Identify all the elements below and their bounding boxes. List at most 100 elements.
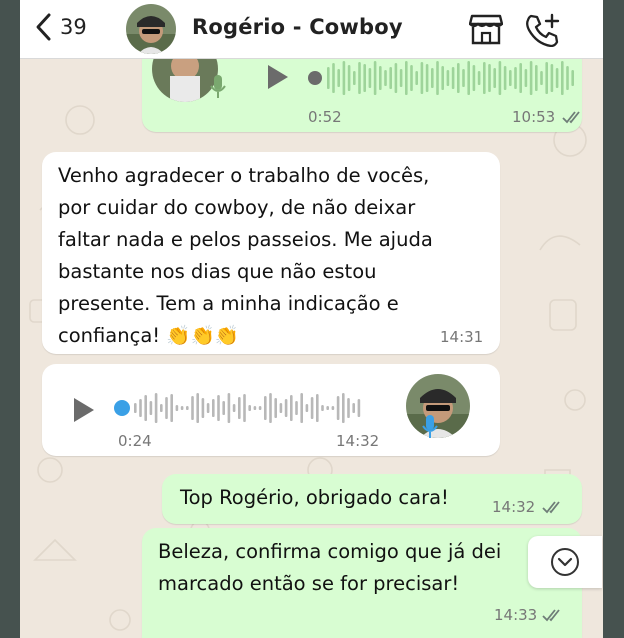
waveform-bar bbox=[535, 65, 538, 91]
waveform-bar bbox=[410, 65, 413, 91]
waveform-bar bbox=[347, 398, 350, 418]
waveform-bar bbox=[566, 66, 569, 90]
waveform-bar bbox=[300, 393, 303, 423]
waveform-bar bbox=[550, 64, 554, 92]
waveform-bar bbox=[394, 63, 398, 93]
waveform-bar bbox=[144, 395, 147, 421]
contact-avatar[interactable] bbox=[126, 4, 176, 54]
waveform-bar bbox=[310, 397, 314, 419]
waveform-bar bbox=[238, 397, 241, 419]
waveform-bar bbox=[503, 66, 507, 90]
message-text: Beleza, confirma comigo que já dei marca… bbox=[158, 540, 502, 595]
waveform-bar bbox=[196, 393, 199, 423]
waveform-bar bbox=[384, 70, 387, 86]
waveform-bar bbox=[483, 62, 486, 94]
waveform-bar bbox=[206, 403, 210, 413]
add-call-icon[interactable] bbox=[525, 13, 561, 47]
play-icon[interactable] bbox=[266, 64, 290, 90]
waveform-bar bbox=[488, 64, 491, 92]
waveform-bar bbox=[561, 61, 564, 95]
waveform-bar bbox=[524, 69, 528, 87]
waveform-bar bbox=[248, 405, 251, 411]
waveform-bar bbox=[212, 399, 215, 417]
waveform-bar bbox=[279, 403, 283, 413]
waveform-bar bbox=[180, 406, 184, 410]
voice-avatar bbox=[406, 374, 470, 438]
voice-duration: 0:24 bbox=[118, 432, 152, 450]
waveform-bar bbox=[232, 404, 236, 412]
waveform-bar bbox=[331, 406, 335, 410]
waveform-bar bbox=[336, 396, 340, 420]
incoming-voice-message[interactable]: 0:24 14:32 bbox=[42, 364, 500, 456]
waveform-bar bbox=[405, 61, 408, 95]
waveform-bar bbox=[347, 65, 351, 91]
voice-waveform[interactable] bbox=[112, 390, 382, 426]
waveform-bar bbox=[149, 401, 153, 415]
scroll-to-bottom-button[interactable] bbox=[528, 536, 602, 588]
waveform-bar bbox=[420, 62, 424, 94]
waveform-bar bbox=[295, 401, 298, 415]
waveform-bar bbox=[160, 404, 163, 412]
waveform-bar bbox=[493, 68, 496, 88]
store-icon[interactable] bbox=[469, 13, 503, 45]
outgoing-text-message[interactable]: Top Rogério, obrigado cara! 14:32 bbox=[162, 474, 582, 524]
waveform-bar bbox=[509, 70, 512, 86]
waveform-bar bbox=[353, 71, 356, 85]
waveform-bar bbox=[441, 66, 444, 90]
read-ticks-icon bbox=[542, 501, 560, 514]
back-button[interactable]: 39 bbox=[34, 12, 87, 42]
read-ticks-icon bbox=[562, 111, 580, 124]
outgoing-text-message[interactable]: Beleza, confirma comigo que já dei marca… bbox=[142, 528, 582, 638]
waveform-bar bbox=[337, 69, 340, 87]
microphone-icon bbox=[422, 415, 438, 438]
waveform-bar bbox=[191, 396, 194, 420]
waveform-bar bbox=[514, 67, 517, 89]
waveform-bar bbox=[165, 397, 168, 419]
waveform-bar bbox=[519, 63, 522, 93]
waveform-bar bbox=[264, 396, 267, 420]
waveform-bar bbox=[217, 395, 220, 421]
waveform-bar bbox=[462, 69, 465, 87]
waveform-bar bbox=[451, 67, 455, 89]
waveform-bar bbox=[342, 393, 345, 423]
waveform-bar bbox=[357, 399, 361, 417]
chat-header: 39 Rogério - Cowboy bbox=[20, 0, 603, 59]
waveform-bar bbox=[139, 399, 142, 417]
waveform-bar bbox=[321, 405, 324, 411]
waveform-bar bbox=[290, 395, 293, 421]
waveform-bar bbox=[477, 71, 481, 85]
waveform-bar bbox=[269, 393, 272, 423]
waveform-bar bbox=[154, 393, 158, 423]
message-time: 14:33 bbox=[494, 606, 538, 624]
waveform-bar bbox=[201, 398, 205, 418]
waveform-bar bbox=[327, 67, 330, 89]
waveform-bar bbox=[170, 394, 173, 422]
chat-screen: 39 Rogério - Cowboy 0:52 10:53 Venho agr… bbox=[20, 0, 603, 638]
contact-name[interactable]: Rogério - Cowboy bbox=[192, 15, 403, 39]
right-bezel bbox=[603, 0, 624, 638]
message-time: 10:53 bbox=[512, 108, 556, 126]
waveform-bar bbox=[529, 61, 533, 95]
play-icon[interactable] bbox=[72, 397, 96, 423]
waveform-bar bbox=[326, 406, 329, 410]
message-text: Top Rogério, obrigado cara! bbox=[180, 486, 449, 509]
incoming-text-message[interactable]: Venho agradecer o trabalho de vocês, por… bbox=[42, 152, 500, 354]
waveform-bar bbox=[431, 68, 434, 88]
waveform-bar bbox=[175, 405, 179, 411]
waveform-bar bbox=[373, 61, 377, 95]
waveform-bar bbox=[415, 71, 418, 85]
message-time: 14:32 bbox=[336, 432, 380, 450]
waveform-bar bbox=[540, 71, 543, 85]
voice-duration: 0:52 bbox=[308, 108, 342, 126]
voice-waveform[interactable] bbox=[307, 60, 577, 96]
waveform-bar bbox=[571, 70, 574, 86]
waveform-bar bbox=[258, 406, 262, 410]
waveform-bar bbox=[342, 61, 346, 95]
waveform-bar bbox=[332, 63, 335, 93]
waveform-bar bbox=[368, 68, 372, 88]
chevron-down-icon bbox=[551, 548, 579, 576]
waveform-bar bbox=[498, 61, 502, 95]
waveform-bar bbox=[472, 65, 476, 91]
left-bezel bbox=[0, 0, 20, 638]
microphone-icon bbox=[210, 75, 226, 98]
